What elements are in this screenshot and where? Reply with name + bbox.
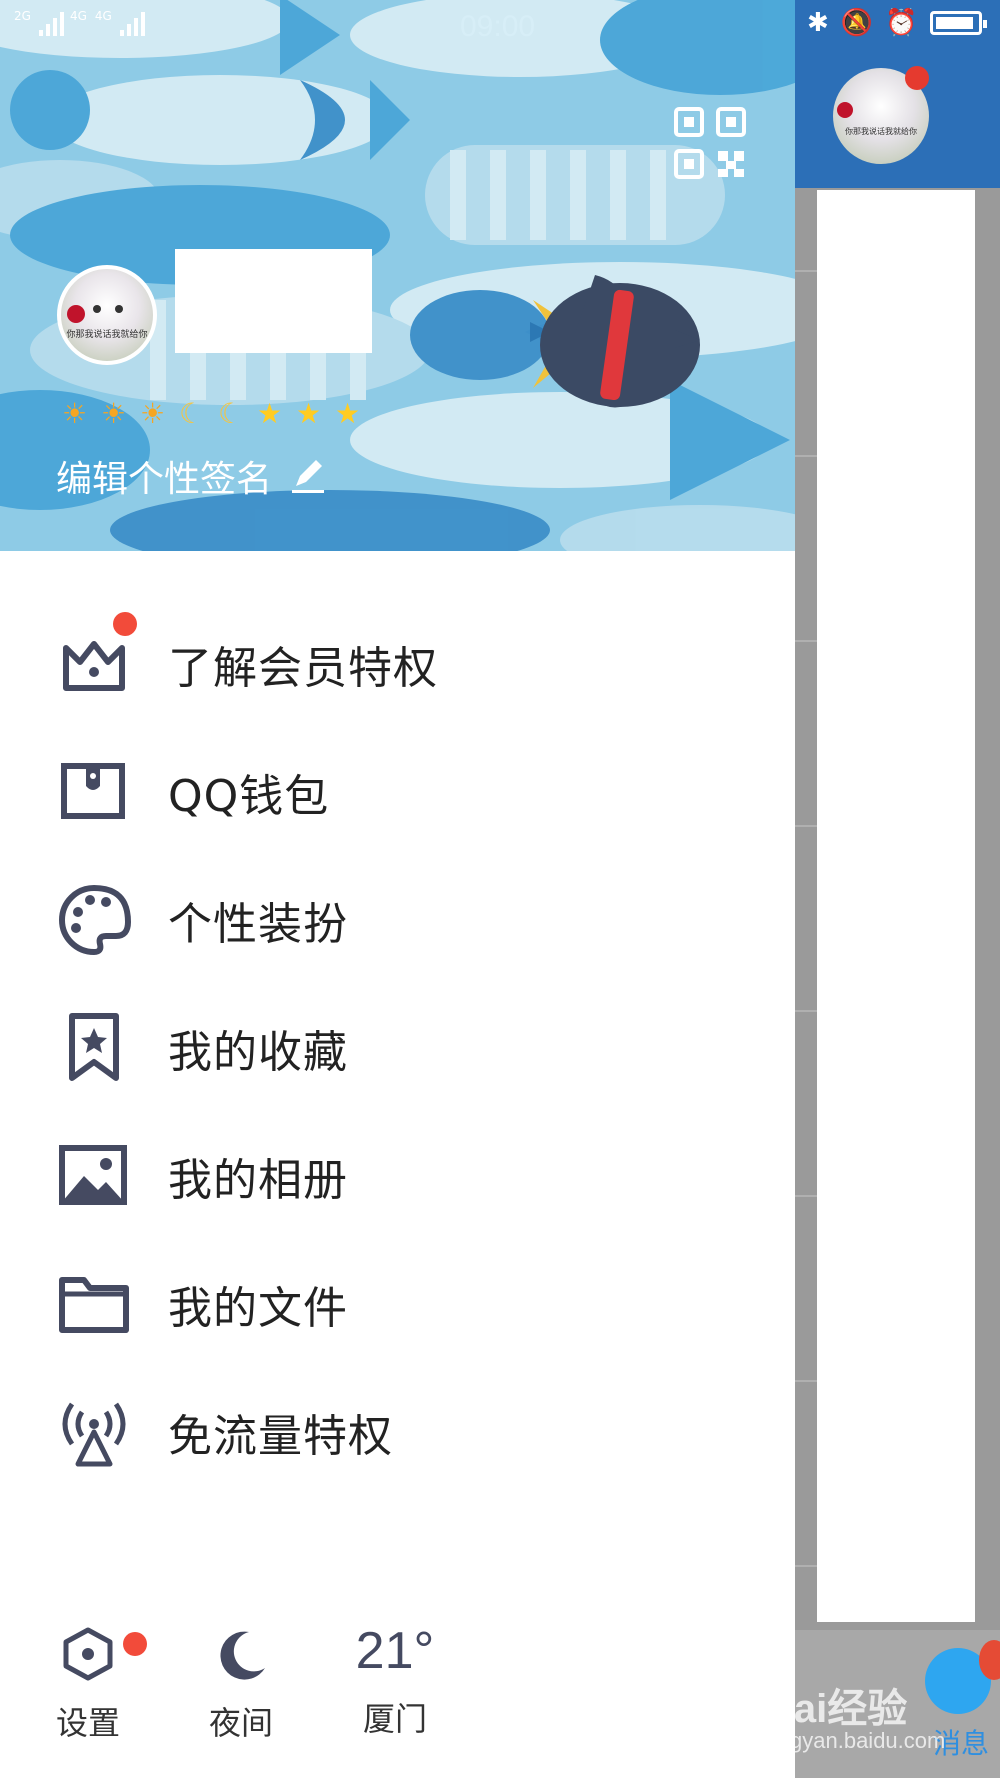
status-bar-right: ✱ 🔕 ⏰ xyxy=(807,8,987,38)
cat-eye-left xyxy=(93,305,101,313)
avatar-badge-dot xyxy=(905,66,929,90)
cat-eye-right xyxy=(115,305,123,313)
level-moon-icon: ☾ xyxy=(217,397,244,430)
profile-avatar[interactable]: 你那我说话我就给你 xyxy=(57,265,157,365)
night-mode-button[interactable]: 夜间 xyxy=(186,1620,296,1744)
menu-label: 我的文件 xyxy=(168,1283,348,1334)
menu-item-qq-wallet[interactable]: QQ钱包 xyxy=(0,728,795,856)
weather-city: 厦门 xyxy=(362,1700,427,1738)
pencil-icon xyxy=(292,460,325,493)
side-drawer: 2G 4G 4G 09:00 你那我说话我就给你 ☀ ☀ ☀ ☾ ☾ ★ ★ ★… xyxy=(0,0,795,1778)
photo-album-icon xyxy=(59,1145,127,1205)
bell-mute-icon: 🔕 xyxy=(840,8,874,38)
signal-strength-icon-2 xyxy=(119,10,145,36)
menu-label: 个性装扮 xyxy=(168,899,348,950)
menu-item-personalization[interactable]: 个性装扮 xyxy=(0,856,795,984)
signal-strength-icon xyxy=(38,10,64,36)
night-mode-label: 夜间 xyxy=(208,1704,273,1742)
menu-item-photo-album[interactable]: 我的相册 xyxy=(0,1112,795,1240)
signal-tower-icon xyxy=(62,1402,126,1467)
profile-header: 2G 4G 4G 09:00 你那我说话我就给你 ☀ ☀ ☀ ☾ ☾ ★ ★ ★… xyxy=(0,0,795,551)
settings-label: 设置 xyxy=(55,1704,120,1742)
level-sun-icon: ☀ xyxy=(100,397,127,430)
network-2g-label: 2G xyxy=(14,9,31,23)
status-bar-signals: 2G 4G 4G xyxy=(14,10,145,36)
avatar-caption: 你那我说话我就给你 xyxy=(66,330,148,340)
menu-label: 我的收藏 xyxy=(168,1027,348,1078)
level-sun-icon: ☀ xyxy=(61,397,88,430)
qr-code-icon[interactable] xyxy=(672,105,748,181)
menu-label: 我的相册 xyxy=(168,1155,348,1206)
drawer-menu: 了解会员特权 QQ钱包 个性装扮 我的收藏 我的相册 我的文件 免流量特权 xyxy=(0,600,795,1496)
battery-icon xyxy=(929,11,987,35)
palette-icon xyxy=(59,884,132,956)
avatar-caption: 你那我说话我就给你 xyxy=(845,127,917,136)
new-badge-dot xyxy=(113,612,137,636)
level-moon-icon: ☾ xyxy=(178,397,205,430)
weather-temperature: 21° xyxy=(355,1622,435,1680)
menu-item-vip-privileges[interactable]: 了解会员特权 xyxy=(0,600,795,728)
menu-label: QQ钱包 xyxy=(168,771,330,822)
drawer-bottom-bar: 设置 夜间 21° 厦门 xyxy=(0,1620,795,1778)
edit-signature-button[interactable]: 编辑个性签名 xyxy=(56,450,328,502)
status-time: 09:00 xyxy=(460,10,536,43)
qq-level-badges[interactable]: ☀ ☀ ☀ ☾ ☾ ★ ★ ★ xyxy=(58,397,364,430)
level-star-icon: ★ xyxy=(334,397,361,430)
rose-decoration xyxy=(67,305,85,323)
folder-icon xyxy=(59,1277,129,1333)
network-4g-label: 4G xyxy=(69,9,87,23)
network-4g-label-2: 4G xyxy=(94,9,112,23)
alarm-icon: ⏰ xyxy=(885,8,918,38)
settings-hexagon-icon xyxy=(63,1627,113,1681)
menu-item-favorites[interactable]: 我的收藏 xyxy=(0,984,795,1112)
baidu-watermark: Bai经验 xyxy=(765,1687,908,1731)
underlying-page-slice[interactable]: ✱ 🔕 ⏰ 你那我说话我就给你 消息 xyxy=(795,0,1000,1778)
underlying-header: ✱ 🔕 ⏰ 你那我说话我就给你 xyxy=(795,0,1000,188)
weather-widget[interactable]: 21° 厦门 xyxy=(340,1620,450,1740)
wallet-icon xyxy=(61,763,125,819)
menu-item-files[interactable]: 我的文件 xyxy=(0,1240,795,1368)
menu-label: 免流量特权 xyxy=(168,1411,393,1462)
conversation-list-card[interactable] xyxy=(817,190,975,1622)
bluetooth-icon: ✱ xyxy=(807,8,829,38)
moon-icon xyxy=(220,1631,265,1680)
signature-label: 编辑个性签名 xyxy=(56,459,273,500)
bookmark-icon xyxy=(69,1013,119,1081)
level-star-icon: ★ xyxy=(256,397,283,430)
level-star-icon: ★ xyxy=(295,397,322,430)
level-sun-icon: ☀ xyxy=(139,397,166,430)
settings-button[interactable]: 设置 xyxy=(33,1620,147,1744)
rose-decoration xyxy=(837,102,853,118)
nickname-redacted-box[interactable] xyxy=(175,249,372,353)
menu-item-free-data[interactable]: 免流量特权 xyxy=(0,1368,795,1496)
menu-label: 了解会员特权 xyxy=(168,643,438,694)
penguin-fish-illustration xyxy=(525,275,700,408)
crown-icon xyxy=(63,641,125,691)
settings-badge-dot xyxy=(123,1632,147,1656)
baidu-watermark-url: jingyan.baidu.com xyxy=(768,1728,946,1753)
